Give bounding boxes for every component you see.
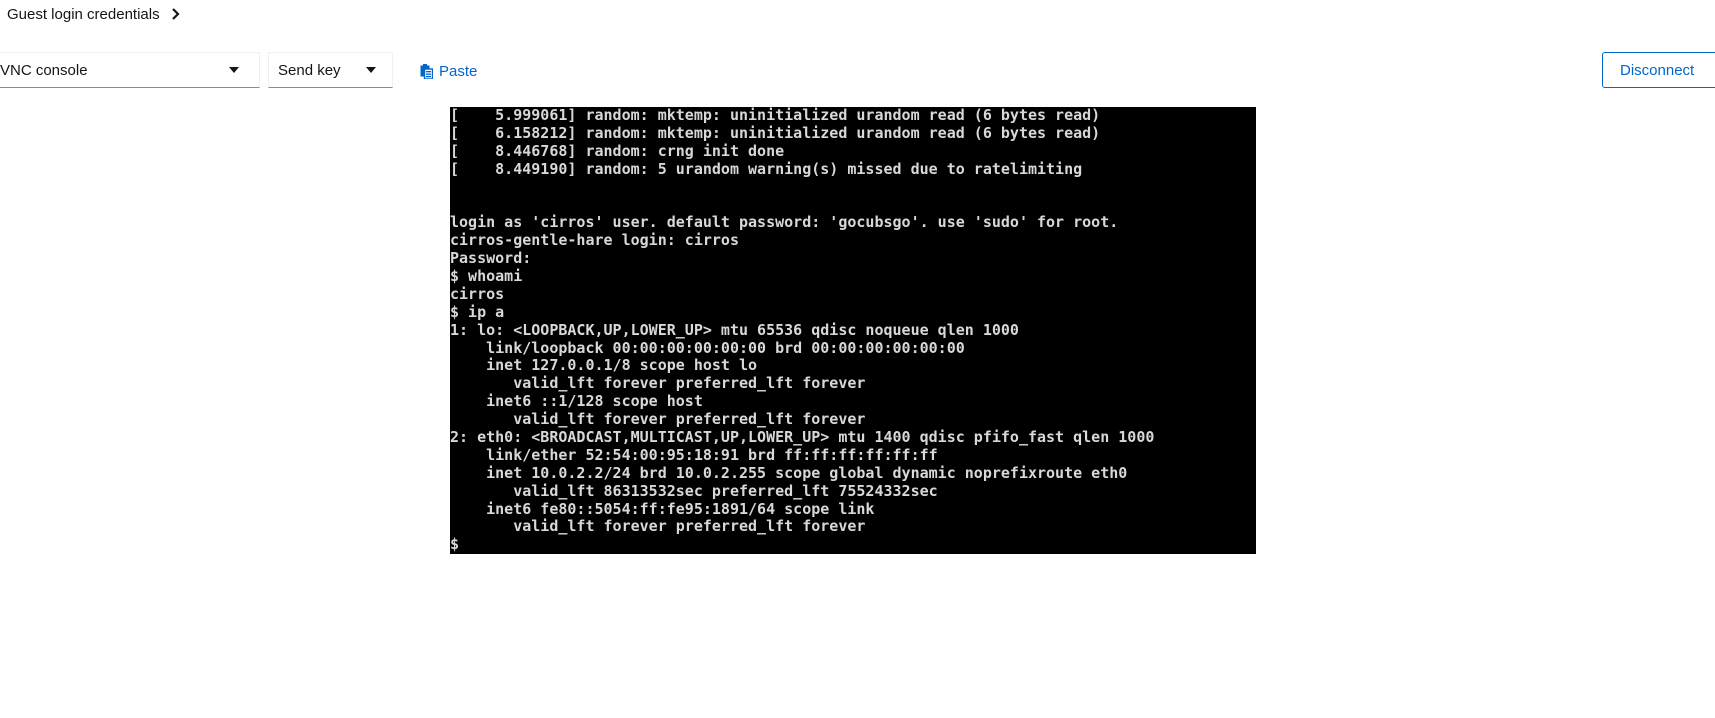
console-line: valid_lft forever preferred_lft forever <box>450 517 866 536</box>
console-line: Password: <box>450 249 532 268</box>
console-line: valid_lft 86313532sec preferred_lft 7552… <box>450 481 938 500</box>
paste-button[interactable]: Paste <box>420 61 477 81</box>
console-line: 2: eth0: <BROADCAST,MULTICAST,UP,LOWER_U… <box>450 428 1155 447</box>
send-key-label: Send key <box>278 61 341 79</box>
console-line: valid_lft forever preferred_lft forever <box>450 410 866 429</box>
console-line: cirros-gentle-hare login: cirros <box>450 231 739 250</box>
console-line: [ 5.999061] random: mktemp: uninitialize… <box>450 107 1101 124</box>
console-type-select[interactable]: VNC console <box>0 52 260 88</box>
disconnect-button[interactable]: Disconnect <box>1602 52 1715 88</box>
console-line: inet6 ::1/128 scope host <box>450 392 703 411</box>
guest-login-credentials-toggle[interactable]: Guest login credentials <box>7 3 182 25</box>
console-line: valid_lft forever preferred_lft forever <box>450 374 866 393</box>
console-line: inet 10.0.2.2/24 brd 10.0.2.255 scope gl… <box>450 463 1128 482</box>
console-type-value: VNC console <box>0 61 88 79</box>
console-line: cirros <box>450 284 505 303</box>
console-line: [ 6.158212] random: mktemp: uninitialize… <box>450 123 1101 142</box>
paste-icon <box>420 63 433 79</box>
console-line: [ 8.449190] random: 5 urandom warning(s)… <box>450 159 1083 178</box>
caret-down-icon <box>366 67 376 73</box>
console-line: 1: lo: <LOOPBACK,UP,LOWER_UP> mtu 65536 … <box>450 320 1019 339</box>
chevron-right-icon <box>171 8 180 20</box>
console-line: [ 8.446768] random: crng init done <box>450 141 785 160</box>
caret-down-icon <box>229 67 239 73</box>
console-line: inet6 fe80::5054:ff:fe95:1891/64 scope l… <box>450 499 875 518</box>
console-line: link/loopback 00:00:00:00:00:00 brd 00:0… <box>450 338 965 357</box>
console-output: [ 5.999061] random: mktemp: uninitialize… <box>450 107 1154 554</box>
console-line: link/ether 52:54:00:95:18:91 brd ff:ff:f… <box>450 445 938 464</box>
console-line: $ ip a <box>450 302 505 321</box>
vnc-console-page: Guest login credentials VNC console Send… <box>0 0 1715 718</box>
console-line: login as 'cirros' user. default password… <box>450 213 1119 232</box>
console-line: $ whoami <box>450 267 523 286</box>
paste-label: Paste <box>439 62 478 80</box>
guest-login-credentials-label: Guest login credentials <box>7 5 160 23</box>
console-line: inet 127.0.0.1/8 scope host lo <box>450 356 758 375</box>
console-line: $ <box>450 535 460 554</box>
console-toolbar: VNC console Send key Paste Disconnect <box>0 52 1715 90</box>
vnc-console-screen[interactable]: [ 5.999061] random: mktemp: uninitialize… <box>450 107 1256 554</box>
send-key-dropdown[interactable]: Send key <box>268 52 393 88</box>
